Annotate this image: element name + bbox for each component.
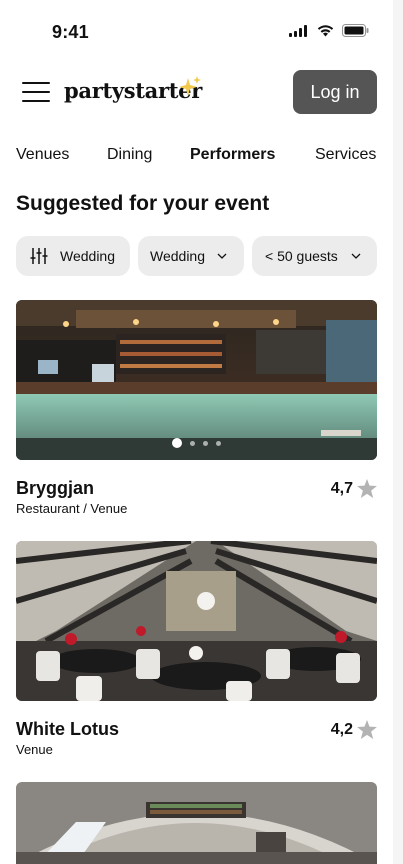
carousel-dots: [16, 438, 377, 448]
listing-category: Restaurant / Venue: [16, 501, 128, 516]
tab-services[interactable]: Services: [315, 146, 376, 164]
sparkle-icon: [179, 76, 201, 96]
tab-performers[interactable]: Performers: [190, 146, 275, 164]
rating-value: 4,7: [330, 479, 353, 497]
bar-interior-image: [16, 300, 377, 460]
listing-photo-bar[interactable]: [16, 300, 377, 460]
listing-rating: 4,7: [331, 479, 377, 498]
listing-photo-hall[interactable]: [16, 541, 377, 701]
sliders-icon: [30, 248, 48, 264]
section-title: Suggested for your event: [16, 192, 270, 215]
filter-dropdown-occasion[interactable]: Wedding: [138, 236, 244, 276]
menu-icon-bar: [22, 91, 50, 93]
star-icon: [357, 720, 377, 739]
category-tabs: Venues Dining Performers Services: [0, 146, 393, 170]
login-button[interactable]: Log in: [293, 70, 377, 114]
filter-chip-label: Wedding: [60, 248, 116, 264]
battery-icon: [342, 24, 369, 37]
tab-venues[interactable]: Venues: [16, 146, 69, 164]
carousel-dot[interactable]: [203, 440, 208, 446]
status-bar: 9:41: [0, 0, 393, 60]
carousel-dot[interactable]: [216, 440, 221, 446]
listing-title[interactable]: White Lotus: [16, 719, 119, 740]
wifi-icon: [317, 24, 334, 36]
banquet-hall-image: [16, 541, 377, 701]
filter-dropdown-guests[interactable]: < 50 guests: [252, 236, 377, 276]
scroll-edge: [393, 0, 403, 864]
carousel-dot[interactable]: [172, 438, 182, 448]
menu-icon: [22, 82, 50, 84]
carousel-dot[interactable]: [190, 440, 195, 446]
menu-button[interactable]: [22, 82, 50, 102]
app-header: partystarter Log in: [0, 68, 393, 116]
listing-category: Venue: [16, 742, 53, 757]
listing-card[interactable]: [16, 782, 377, 864]
chevron-down-icon: [217, 253, 227, 259]
rating-value: 4,2: [330, 720, 353, 738]
chevron-down-icon: [351, 253, 361, 259]
filter-chip-event-type[interactable]: Wedding: [16, 236, 130, 276]
menu-icon-bar: [22, 100, 50, 102]
status-time: 9:41: [52, 22, 89, 42]
listing-photo-vault[interactable]: [16, 782, 377, 864]
listing-card[interactable]: Bryggjan Restaurant / Venue 4,7: [16, 300, 377, 520]
filter-dropdown-label: < 50 guests: [265, 248, 338, 264]
listing-title[interactable]: Bryggjan: [16, 478, 94, 499]
filter-dropdown-label: Wedding: [150, 248, 206, 264]
tab-dining[interactable]: Dining: [107, 146, 152, 164]
vaulted-room-image: [16, 782, 377, 864]
listing-rating: 4,2: [331, 720, 377, 739]
status-icons: [289, 24, 369, 37]
star-icon: [357, 479, 377, 498]
listing-card[interactable]: White Lotus Venue 4,2: [16, 541, 377, 761]
signal-icon: [289, 24, 307, 37]
